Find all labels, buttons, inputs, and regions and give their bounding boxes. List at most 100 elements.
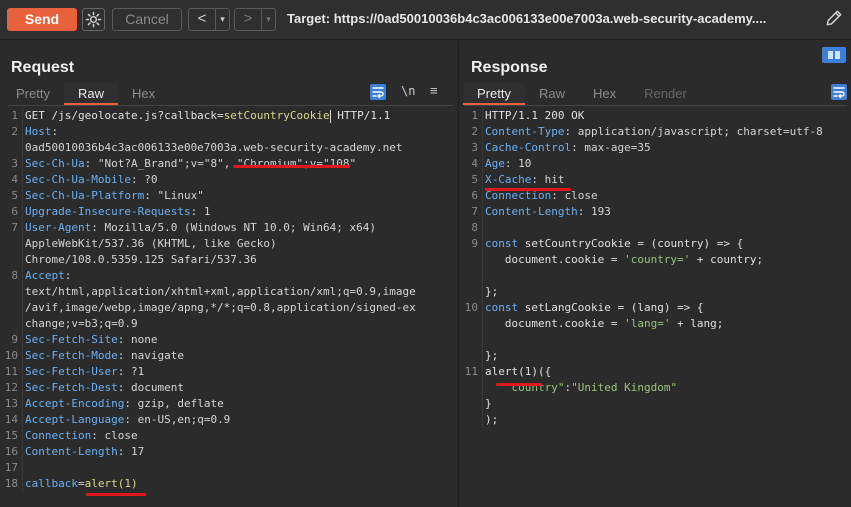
- code-token: :: [91, 429, 105, 442]
- code-line: const setCountryCookie = (country) => {: [485, 236, 743, 252]
- code-token: navigate: [130, 349, 184, 362]
- tab-raw[interactable]: Raw: [63, 83, 118, 105]
- line-number: 17: [4, 461, 18, 474]
- code-token: :: [51, 125, 59, 138]
- menu-icon[interactable]: ≡: [430, 83, 446, 99]
- code-token: Sec-Ch-Ua: [25, 157, 85, 170]
- code-token: Sec-Fetch-User: [25, 365, 118, 378]
- code-token: Connection: [25, 429, 92, 442]
- back-history-dropdown[interactable]: ▾: [215, 9, 229, 30]
- code-line: document.cookie = 'lang=' + lang;: [485, 316, 724, 332]
- code-token: :: [124, 413, 138, 426]
- code-line: Content-Type: application/javascript; ch…: [485, 124, 823, 140]
- code-token: ?1: [130, 365, 145, 378]
- target-url[interactable]: Target: https://0ad50010036b4c3ac006133e…: [287, 11, 766, 26]
- code-token: Accept-Language: [25, 413, 125, 426]
- code-token: hit: [544, 173, 565, 186]
- line-number: 5: [471, 173, 478, 186]
- code-token: Sec-Fetch-Site: [25, 333, 118, 346]
- annotation-underline: [485, 188, 571, 191]
- code-line: Sec-Fetch-Site: none: [25, 332, 157, 348]
- code-token: setCountryCookie: [223, 109, 330, 122]
- line-number: 10: [464, 301, 478, 314]
- gutter-separator: [22, 108, 23, 492]
- code-token: X-Cache: [485, 173, 532, 186]
- code-token: gzip, deflate: [137, 397, 224, 410]
- line-number: 11: [464, 365, 478, 378]
- line-number: 3: [11, 157, 18, 170]
- tab-divider: [8, 105, 453, 106]
- response-editor[interactable]: 1 HTTP/1.1 200 OK 2 Content-Type: applicati…: [460, 108, 851, 507]
- code-line: Content-Length: 193: [485, 204, 611, 220]
- cancel-button[interactable]: Cancel: [112, 8, 182, 31]
- line-number: 9: [471, 237, 478, 250]
- code-line: Age: 10: [485, 156, 531, 172]
- code-token: Accept: [25, 269, 65, 282]
- code-token: AppleWebKit/537.36 (KHTML, like Gecko): [25, 237, 277, 250]
- code-token: Sec-Fetch-Dest: [25, 381, 118, 394]
- response-tabs: Pretty Raw Hex Render: [463, 83, 701, 105]
- code-line: callback=alert(1): [25, 476, 138, 492]
- request-editor[interactable]: 1 GET /js/geolocate.js?callback=setCountr…: [0, 108, 459, 507]
- code-token: callback: [25, 477, 78, 490]
- line-number: 8: [11, 269, 18, 282]
- tab-pretty[interactable]: Pretty: [2, 83, 64, 105]
- line-number: 18: [4, 477, 18, 490]
- code-token: en-US,en;q=0.9: [137, 413, 231, 426]
- code-line: X-Cache: hit: [485, 172, 564, 188]
- code-token: Content-Length: [25, 445, 118, 458]
- line-number: 1: [471, 109, 478, 122]
- forward-button[interactable]: >: [235, 9, 261, 30]
- annotation-underline: [233, 165, 350, 168]
- wrap-lines-toggle[interactable]: [831, 84, 847, 100]
- tab-render[interactable]: Render: [630, 83, 701, 105]
- line-number: 9: [11, 333, 18, 346]
- wrap-lines-toggle[interactable]: [370, 84, 386, 100]
- code-token: text/html,application/xhtml+xml,applicat…: [25, 285, 416, 298]
- code-line: Sec-Ch-Ua-Platform: "Linux": [25, 188, 204, 204]
- code-line: Sec-Fetch-Mode: navigate: [25, 348, 184, 364]
- response-pane: Response Pretty Raw Hex Render 1 HTTP/1.1…: [460, 41, 851, 507]
- code-line: alert(1)({: [485, 364, 551, 380]
- code-token: alert(1)({: [485, 365, 552, 378]
- tab-hex[interactable]: Hex: [579, 83, 630, 105]
- back-button[interactable]: <: [189, 9, 215, 30]
- code-line: Sec-Fetch-User: ?1: [25, 364, 144, 380]
- code-token: Sec-Fetch-Mode: [25, 349, 118, 362]
- code-token: application/javascript; charset=utf-8: [577, 125, 823, 138]
- pencil-icon[interactable]: [824, 8, 844, 28]
- line-number: 2: [471, 125, 478, 138]
- tab-hex[interactable]: Hex: [118, 83, 169, 105]
- newline-toggle[interactable]: \n: [401, 84, 417, 100]
- forward-history-dropdown[interactable]: ▾: [261, 9, 275, 30]
- code-token: :: [504, 157, 519, 170]
- forward-nav: > ▾: [234, 8, 276, 31]
- code-line: Upgrade-Insecure-Requests: 1: [25, 204, 210, 220]
- tab-pretty[interactable]: Pretty: [463, 83, 525, 105]
- layout-toggle[interactable]: [822, 47, 846, 63]
- code-line: );: [485, 412, 498, 428]
- code-line: 0ad50010036b4c3ac006133e00e7003a.web-sec…: [25, 140, 403, 156]
- line-number: 2: [11, 125, 18, 138]
- back-nav: < ▾: [188, 8, 230, 31]
- code-line: };: [485, 284, 498, 300]
- code-token: :: [531, 173, 545, 186]
- line-number: 15: [4, 429, 18, 442]
- tab-raw[interactable]: Raw: [525, 83, 579, 105]
- line-number: 11: [4, 365, 18, 378]
- code-token: alert(1): [84, 477, 138, 490]
- code-token: GET /js/geolocate.js?callback=: [25, 109, 224, 122]
- code-token: 0ad50010036b4c3ac006133e00e7003a.web-sec…: [25, 141, 403, 154]
- code-token: change;v=b3;q=0.9: [25, 317, 138, 330]
- code-token: Accept-Encoding: [25, 397, 125, 410]
- code-token: none: [130, 333, 158, 346]
- line-number: 8: [471, 221, 478, 234]
- send-button[interactable]: Send: [7, 8, 77, 31]
- code-token: :: [130, 173, 145, 186]
- request-tabs: Pretty Raw Hex: [2, 83, 169, 105]
- code-token: Upgrade-Insecure-Requests: [25, 205, 191, 218]
- code-token: + country;: [690, 253, 764, 266]
- code-line: document.cookie = 'country=' + country;: [485, 252, 763, 268]
- settings-button[interactable]: [82, 8, 105, 31]
- code-token: :: [144, 189, 158, 202]
